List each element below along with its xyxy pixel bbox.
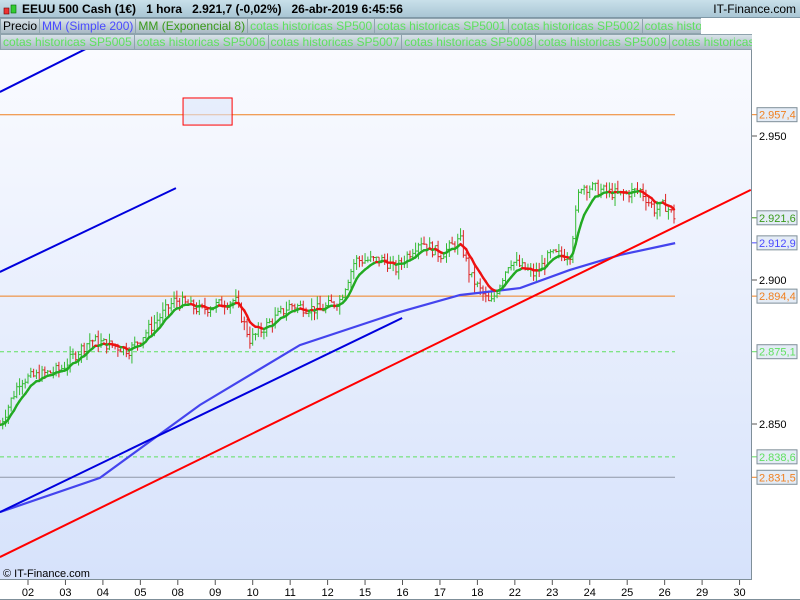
copyright: © IT-Finance.com: [3, 568, 90, 580]
x-tick-label: 23: [546, 587, 558, 599]
x-tick-label: 22: [509, 587, 521, 599]
x-tick-label: 08: [172, 587, 184, 599]
x-tick-label: 02: [22, 587, 34, 599]
x-tick-label: 12: [321, 587, 333, 599]
plot-layer: [0, 50, 751, 558]
trendline: [0, 188, 751, 558]
y-tick-label: 2.850: [759, 419, 787, 431]
level-label: 2.838,6: [759, 452, 796, 464]
x-tick-label: 16: [396, 587, 408, 599]
trendline: [0, 187, 177, 273]
level-label: 2.894,4: [759, 291, 796, 303]
level-label: 2.831,5: [759, 472, 796, 484]
price-chart[interactable]: 2.950 2.900 2.850 2.957,4 2.921,6 2.912,9 2.89…: [0, 0, 800, 600]
sma200-line: [0, 242, 676, 514]
level-label: 2.912,9: [759, 238, 796, 250]
trendline: [0, 317, 403, 514]
x-tick-label: 05: [134, 587, 146, 599]
x-tick-label: 24: [584, 587, 596, 599]
x-tick-label: 26: [659, 587, 671, 599]
x-tick-label: 15: [359, 587, 371, 599]
drawn-rectangle: [182, 97, 233, 126]
x-tick-label: 25: [621, 587, 633, 599]
level-label: 2.957,4: [759, 110, 796, 122]
y-tick-label: 2.950: [759, 131, 787, 143]
trendline: [0, 50, 86, 93]
x-tick-label: 03: [59, 587, 71, 599]
x-tick-label: 29: [696, 587, 708, 599]
x-tick-label: 30: [733, 587, 745, 599]
x-tick-label: 17: [434, 587, 446, 599]
level-label: 2.921,6: [759, 213, 796, 225]
x-tick-label: 11: [284, 587, 295, 599]
x-tick-label: 18: [471, 587, 483, 599]
ema8-segment: [577, 221, 583, 234]
ema8-segment: [580, 213, 586, 225]
x-tick-label: 04: [97, 587, 109, 599]
y-tick-label: 2.900: [759, 275, 787, 287]
x-tick-label: 09: [209, 587, 221, 599]
level-label: 2.875,1: [759, 347, 796, 359]
x-tick-label: 10: [247, 587, 259, 599]
